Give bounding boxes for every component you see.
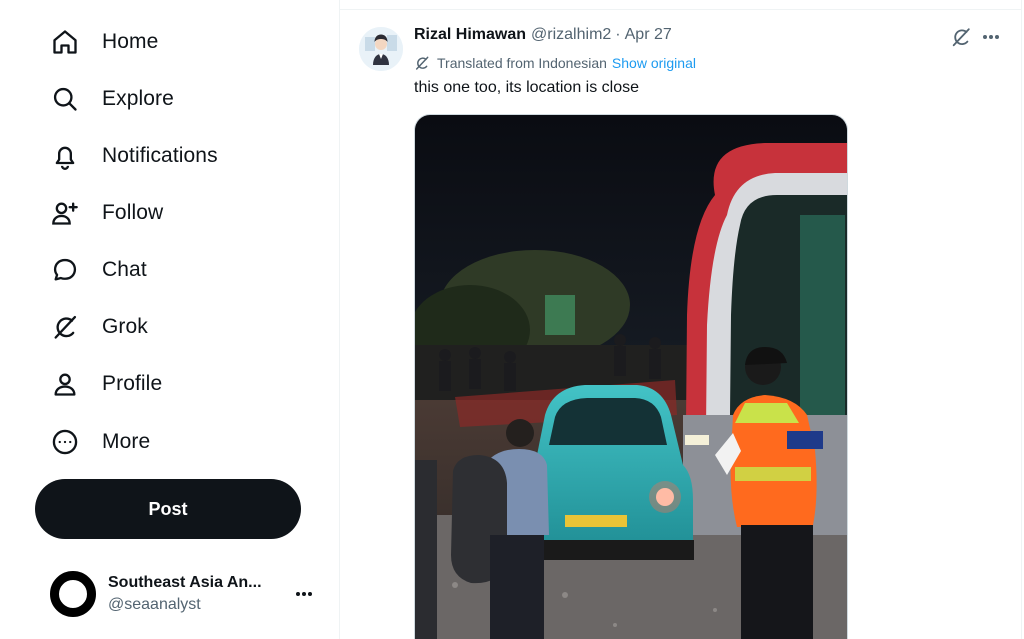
account-handle: @seaanalyst — [108, 596, 201, 613]
translation-notice: Translated from Indonesian Show original — [414, 55, 696, 71]
author-name[interactable]: Rizal Himawan — [414, 26, 526, 44]
sidebar-item-label: Chat — [102, 258, 147, 281]
post-button[interactable]: Post — [35, 479, 301, 539]
sidebar-item-more[interactable]: More — [34, 418, 166, 466]
sidebar-item-follow[interactable]: Follow — [34, 189, 179, 237]
more-horizontal-icon[interactable] — [294, 584, 314, 604]
sidebar-item-profile[interactable]: Profile — [34, 360, 178, 408]
sidebar-item-chat[interactable]: Chat — [34, 246, 163, 294]
grok-icon — [414, 55, 430, 71]
account-name: Southeast Asia An... — [108, 574, 262, 591]
tweet-photo[interactable] — [414, 114, 848, 639]
translated-label: Translated from Indonesian — [437, 55, 607, 71]
divider — [340, 9, 1021, 10]
sidebar-item-label: Follow — [102, 201, 164, 224]
sidebar-item-explore[interactable]: Explore — [34, 75, 190, 123]
tweet-text: this one too, its location is close — [414, 79, 640, 96]
grok-icon[interactable] — [950, 26, 972, 48]
avatar — [50, 571, 96, 617]
author-handle[interactable]: @rizalhim2 — [531, 26, 611, 44]
sidebar-item-label: Explore — [102, 87, 174, 110]
chat-icon — [50, 255, 80, 285]
sidebar-item-grok[interactable]: Grok — [34, 303, 164, 351]
profile-icon — [50, 369, 80, 399]
more-horizontal-icon[interactable] — [980, 26, 1002, 48]
sidebar-item-notifications[interactable]: Notifications — [34, 132, 234, 180]
tweet-header: Rizal Himawan @rizalhim2 · Apr 27 — [414, 26, 672, 44]
sidebar-nav: Home Explore Notifications Follow Chat G… — [0, 0, 338, 639]
tweet-date[interactable]: Apr 27 — [625, 26, 672, 44]
avatar[interactable] — [359, 27, 403, 71]
more-circle-icon — [50, 427, 80, 457]
grok-icon — [50, 312, 80, 342]
sidebar-item-home[interactable]: Home — [34, 18, 174, 66]
header-separator: · — [615, 26, 621, 43]
sidebar-item-label: Grok — [102, 315, 148, 338]
show-original-link[interactable]: Show original — [612, 55, 696, 71]
sidebar-item-label: Home — [102, 30, 159, 53]
search-icon — [50, 84, 80, 114]
sidebar-item-label: Profile — [102, 372, 163, 395]
sidebar-item-label: More — [102, 430, 151, 453]
follow-icon — [50, 198, 80, 228]
tweet-detail: Rizal Himawan @rizalhim2 · Apr 27 Transl… — [339, 0, 1022, 639]
sidebar-item-label: Notifications — [102, 144, 218, 167]
bell-icon — [50, 141, 80, 171]
account-switcher[interactable]: Southeast Asia An... @seaanalyst — [34, 560, 328, 628]
home-icon — [50, 27, 80, 57]
